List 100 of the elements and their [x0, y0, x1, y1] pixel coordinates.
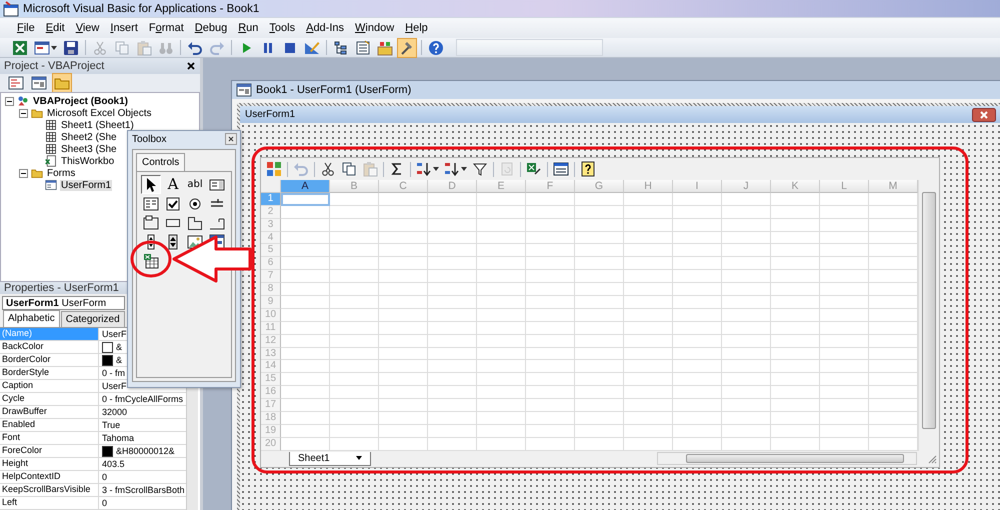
table-cell: [330, 232, 379, 244]
table-cell: [379, 232, 428, 244]
tree-item[interactable]: Sheet3 (She: [60, 144, 118, 154]
table-cell: [820, 360, 869, 374]
toolbox-tool[interactable]: A: [163, 175, 183, 194]
menu-item[interactable]: Insert: [105, 20, 143, 36]
table-cell: [820, 399, 869, 412]
table-cell: [771, 322, 820, 335]
sheet-tab[interactable]: Sheet1: [289, 452, 371, 466]
close-icon[interactable]: [186, 61, 196, 71]
table-cell: [624, 386, 673, 400]
close-button[interactable]: [972, 108, 996, 122]
checkbox-icon: [165, 196, 181, 212]
property-value[interactable]: 403.5: [102, 459, 125, 469]
table-cell: [281, 438, 330, 451]
close-button[interactable]: [225, 133, 237, 145]
table-cell: [281, 334, 330, 348]
object-dropdown[interactable]: UserForm1 UserForm: [2, 296, 125, 310]
office-logo-button[interactable]: [264, 159, 284, 179]
tree-item[interactable]: ThisWorkbo: [60, 156, 116, 166]
property-value[interactable]: Tahoma: [102, 433, 134, 443]
toolbox-tool[interactable]: abl: [185, 175, 205, 194]
table-cell: [281, 232, 330, 244]
menu-item[interactable]: View: [70, 20, 104, 36]
table-cell: [330, 308, 379, 322]
table-cell: [428, 322, 477, 335]
menu-item[interactable]: Add-Ins: [301, 20, 350, 36]
menu-item[interactable]: Help: [400, 20, 433, 36]
table-cell: [526, 270, 575, 284]
property-value[interactable]: 32000: [102, 407, 128, 417]
property-value[interactable]: 3 - fmScrollBarsBoth: [102, 485, 185, 495]
property-name[interactable]: ForeColor: [0, 445, 99, 457]
menu-item[interactable]: Tools: [264, 20, 300, 36]
tab[interactable]: Alphabetic: [3, 310, 60, 327]
property-value[interactable]: 0 - fm: [102, 368, 126, 378]
property-name[interactable]: Cycle: [0, 393, 99, 405]
tree-item[interactable]: Sheet1 (Sheet1): [60, 120, 135, 130]
table-cell: [526, 283, 575, 296]
corner-cell[interactable]: [261, 180, 281, 193]
tree-item[interactable]: Forms: [46, 168, 76, 178]
table-cell: [428, 386, 477, 400]
property-name[interactable]: Height: [0, 458, 99, 470]
collapse-icon[interactable]: [19, 168, 28, 178]
horizontal-scrollbar[interactable]: [657, 452, 917, 466]
table-cell: [820, 244, 869, 258]
table-cell: [771, 232, 820, 244]
menu-item[interactable]: Run: [233, 20, 264, 36]
collapse-icon[interactable]: [5, 96, 14, 106]
table-cell: [330, 412, 379, 425]
menu-item[interactable]: File: [12, 20, 40, 36]
tab[interactable]: Categorized: [60, 311, 125, 327]
spreadsheet-control[interactable]: A B C D E F G H I J K L M 1 2 3 4 5 6 7 8 9 10 11 12 13 14 15 16 17 18 19 20 Sheet1: [260, 157, 940, 468]
toolbox-tool[interactable]: [141, 251, 161, 270]
table-cell: [624, 296, 673, 309]
menu-item[interactable]: Debug: [190, 20, 232, 36]
property-name[interactable]: BorderColor: [0, 354, 99, 366]
property-value[interactable]: True: [102, 420, 120, 430]
property-name[interactable]: BorderStyle: [0, 367, 99, 379]
tab[interactable]: Controls: [136, 153, 186, 171]
table-cell: [673, 386, 722, 400]
property-value[interactable]: 0: [102, 498, 108, 508]
toolbox-tool[interactable]: [141, 213, 161, 232]
property-value[interactable]: UserF: [102, 381, 126, 391]
menu-item[interactable]: Edit: [40, 20, 70, 36]
resize-grip-icon[interactable]: [927, 454, 937, 464]
property-value[interactable]: UserF: [102, 329, 126, 339]
property-name[interactable]: Left: [0, 497, 99, 509]
active-cell[interactable]: [281, 192, 330, 206]
table-cell: [379, 360, 428, 374]
property-value[interactable]: &: [116, 355, 122, 365]
menu-item[interactable]: Format: [144, 20, 189, 36]
menu-item[interactable]: Window: [350, 20, 400, 36]
hammer-wrench-button[interactable]: [397, 38, 417, 58]
table-cell: [722, 334, 771, 348]
panel-title: Properties - UserForm1: [4, 282, 119, 294]
toolbox-tool[interactable]: [141, 175, 161, 194]
property-name[interactable]: BackColor: [0, 341, 99, 353]
tree-item[interactable]: VBAProject (Book1): [32, 96, 130, 106]
frame-icon: [143, 214, 159, 230]
table-cell: [477, 296, 526, 309]
vertical-scrollbar[interactable]: [186, 388, 198, 510]
property-value[interactable]: 0: [102, 472, 108, 482]
property-value[interactable]: 0 - fmCycleAllForms: [102, 394, 184, 404]
property-value[interactable]: &H80000012&: [116, 446, 175, 456]
tree-item[interactable]: UserForm1: [60, 180, 112, 190]
column-header[interactable]: A: [281, 180, 330, 193]
tree-item[interactable]: Sheet2 (She: [60, 132, 118, 142]
table-cell: [673, 206, 722, 219]
property-name[interactable]: DrawBuffer: [0, 406, 99, 418]
property-name[interactable]: Caption: [0, 380, 99, 392]
table-cell: [477, 386, 526, 400]
tree-item[interactable]: Microsoft Excel Objects: [46, 108, 152, 118]
property-value[interactable]: &: [116, 342, 122, 352]
table-cell: [771, 244, 820, 258]
property-name[interactable]: HelpContextID: [0, 471, 99, 483]
table-cell: [281, 322, 330, 335]
property-name[interactable]: Enabled: [0, 419, 99, 431]
property-name[interactable]: Font: [0, 432, 99, 444]
collapse-icon[interactable]: [19, 108, 28, 118]
property-name[interactable]: KeepScrollBarsVisible: [0, 484, 99, 496]
